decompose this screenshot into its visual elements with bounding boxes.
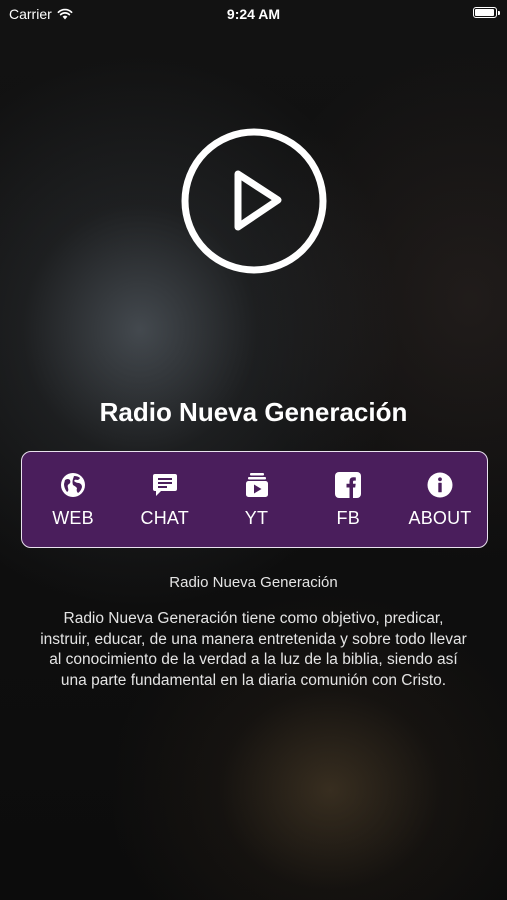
nav-label-chat: CHAT	[140, 507, 189, 528]
about-subtitle: Radio Nueva Generación	[169, 574, 338, 591]
nav-label-fb: FB	[336, 507, 360, 528]
nav-item-web[interactable]: WEB	[38, 471, 108, 529]
battery-icon	[473, 7, 500, 18]
nav-label-yt: YT	[244, 507, 269, 528]
youtube-icon	[245, 472, 268, 497]
battery-fill	[475, 9, 494, 16]
nav-label-web: WEB	[52, 507, 94, 528]
play-circle-icon[interactable]	[180, 127, 328, 275]
nav-item-yt[interactable]: YT	[222, 471, 292, 529]
status-bar: Carrier 9:24 AM	[0, 0, 507, 28]
app-screen: Carrier 9:24 AM Radio Nueva Generación W…	[0, 0, 507, 900]
info-icon	[427, 472, 453, 497]
station-title: Radio Nueva Generación	[99, 397, 408, 427]
chat-icon	[152, 473, 177, 496]
nav-label-about: ABOUT	[408, 507, 472, 528]
nav-item-chat[interactable]: CHAT	[130, 471, 200, 529]
nav-item-about[interactable]: ABOUT	[405, 471, 475, 529]
facebook-icon	[335, 471, 362, 498]
status-time: 9:24 AM	[226, 6, 281, 22]
globe-icon	[61, 472, 85, 497]
nav-item-fb[interactable]: FB	[313, 471, 383, 529]
about-description: Radio Nueva Generación tiene como objeti…	[40, 610, 467, 689]
nav-bar: WEB CHAT YT FB ABOUT	[21, 451, 488, 548]
